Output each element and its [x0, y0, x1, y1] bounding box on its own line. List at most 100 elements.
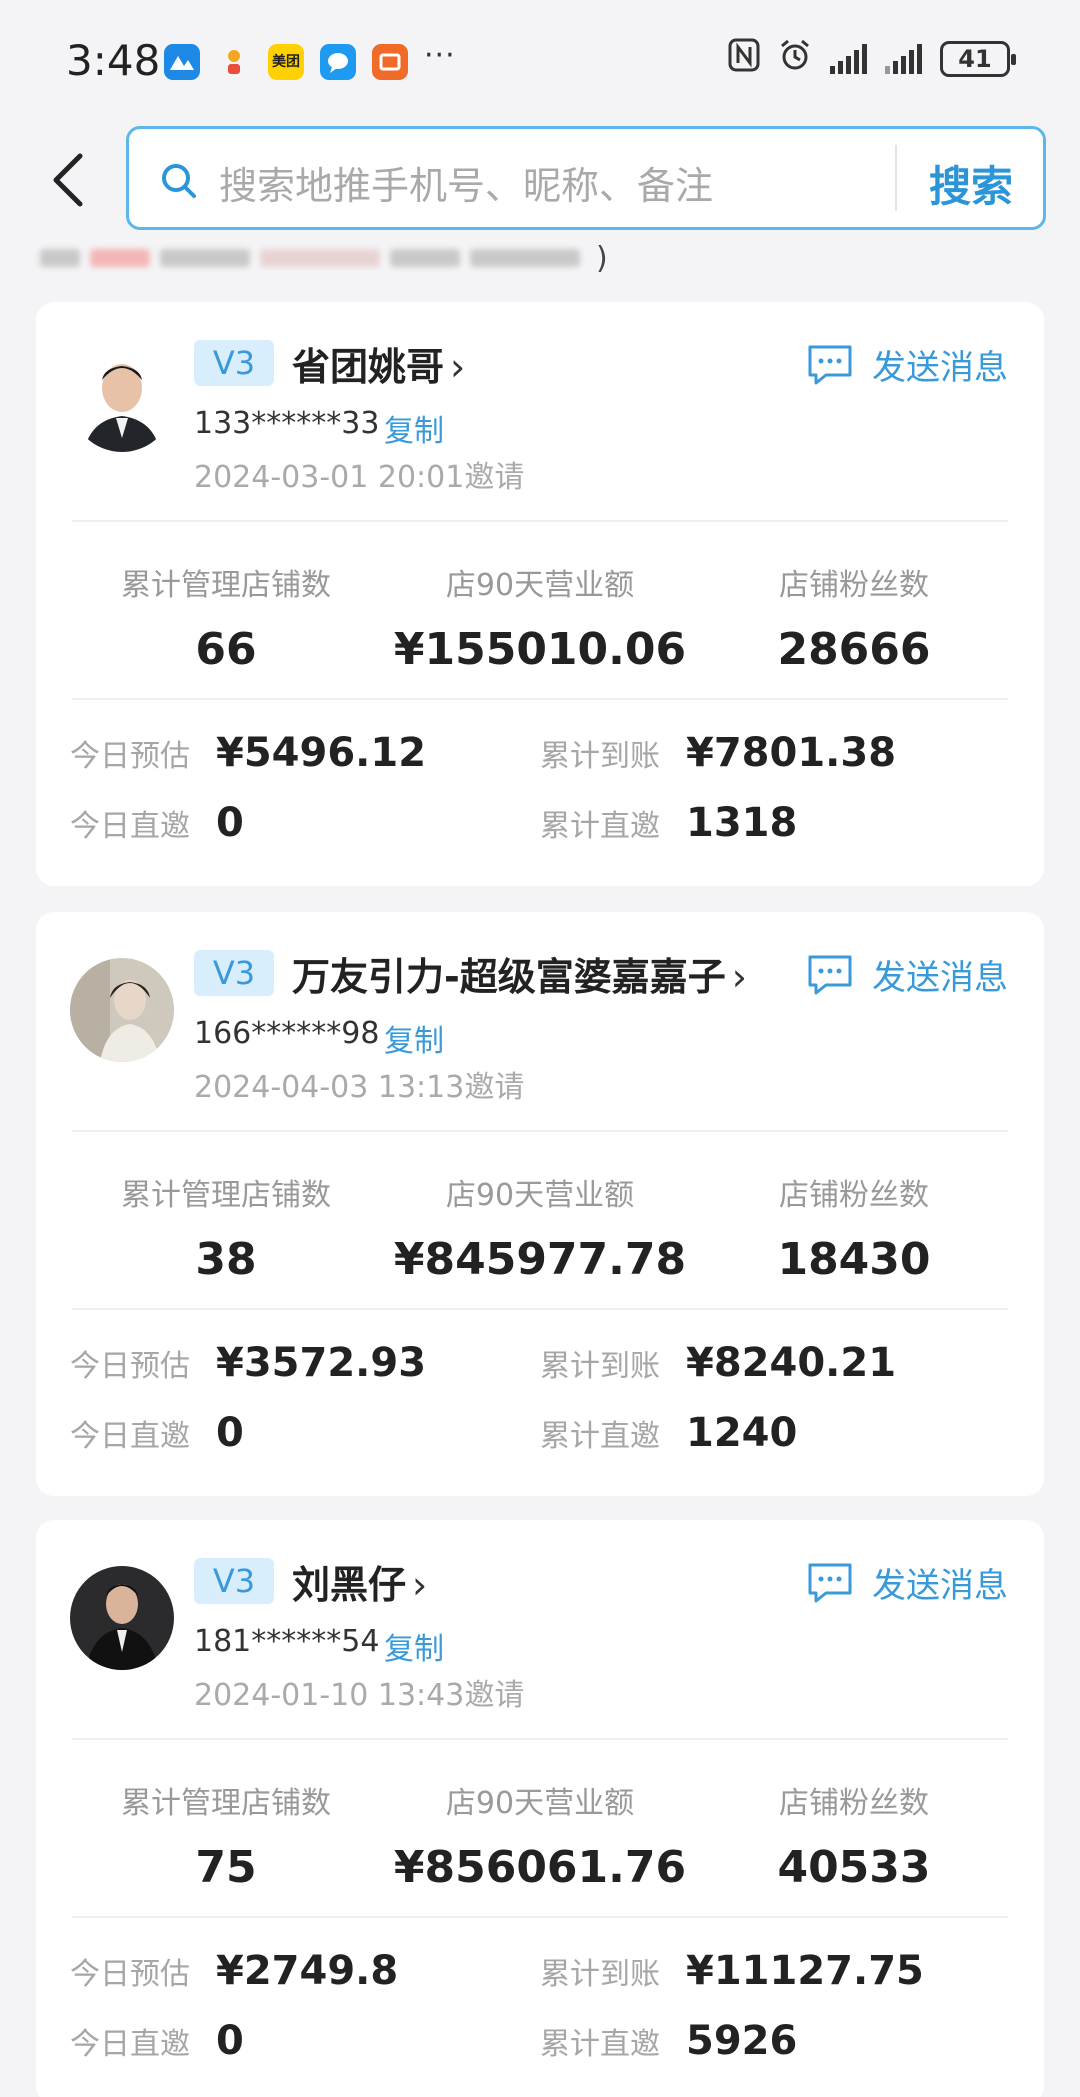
kv-label: 累计到账 — [540, 1349, 660, 1384]
stat-value: 38 — [195, 1234, 257, 1285]
chevron-right-icon: › — [731, 955, 747, 999]
filter-summary-tail: ) — [596, 240, 608, 276]
kv-label: 累计到账 — [540, 739, 660, 774]
stat-value: 18430 — [777, 1234, 931, 1285]
battery-icon: 41 — [940, 41, 1016, 77]
kv-value: 0 — [216, 2018, 244, 2064]
kv-label: 今日直邀 — [70, 809, 190, 844]
kv-label: 今日预估 — [70, 1349, 190, 1384]
meituan-icon: 美团 — [268, 44, 304, 80]
phone-number: 181******54 — [194, 1624, 380, 1659]
divider — [72, 520, 1008, 522]
kv-value: 0 — [216, 1410, 244, 1456]
kv-value: ¥5496.12 — [216, 730, 427, 776]
promoter-card[interactable]: V3 刘黑仔 › 发送消息 181******54 复制 2024-01-10 1… — [36, 1520, 1044, 2097]
kv-label: 累计直邀 — [540, 2027, 660, 2062]
copy-button[interactable]: 复制 — [384, 1624, 444, 1668]
copy-button[interactable]: 复制 — [384, 1016, 444, 1060]
today-estimate: 今日预估 ¥3572.93 — [70, 1340, 426, 1386]
kv-value: ¥7801.38 — [686, 730, 897, 776]
divider — [72, 698, 1008, 700]
today-direct-invites: 今日直邀 0 — [70, 800, 244, 846]
message-icon — [808, 345, 852, 384]
avatar[interactable] — [70, 348, 174, 452]
copy-button[interactable]: 复制 — [384, 406, 444, 450]
stat-value: ¥155010.06 — [393, 624, 687, 675]
more-notifications: ··· — [424, 38, 456, 73]
signal-icon — [830, 44, 867, 74]
stat-fans: 店铺粉丝数 28666 — [694, 560, 1014, 675]
kv-label: 今日预估 — [70, 1957, 190, 1992]
total-received: 累计到账 ¥11127.75 — [540, 1948, 924, 1994]
stat-value: 28666 — [777, 624, 931, 675]
send-message-label: 发送消息 — [872, 958, 1008, 998]
stat-label: 累计管理店铺数 — [121, 1178, 331, 1213]
kv-value: ¥11127.75 — [686, 1948, 924, 1994]
stat-label: 店铺粉丝数 — [779, 568, 929, 603]
today-direct-invites: 今日直邀 0 — [70, 2018, 244, 2064]
nickname: 刘黑仔 — [292, 1563, 407, 1607]
search-bar[interactable]: 搜索地推手机号、昵称、备注 搜索 — [126, 126, 1046, 230]
kv-value: ¥2749.8 — [216, 1948, 399, 1994]
stat-label: 店90天营业额 — [445, 1178, 635, 1213]
kv-label: 累计直邀 — [540, 809, 660, 844]
stat-fans: 店铺粉丝数 40533 — [694, 1778, 1014, 1893]
chat-icon — [320, 44, 356, 80]
total-received: 累计到账 ¥7801.38 — [540, 730, 896, 776]
level-badge: V3 — [194, 1558, 274, 1604]
stat-value: 40533 — [777, 1842, 931, 1893]
stat-label: 累计管理店铺数 — [121, 1786, 331, 1821]
search-button[interactable]: 搜索 — [929, 153, 1013, 214]
nickname-link[interactable]: 省团姚哥 › — [292, 336, 465, 391]
invite-time: 2024-01-10 13:43邀请 — [194, 1678, 525, 1713]
kv-label: 今日直邀 — [70, 2027, 190, 2062]
phone-number: 133******33 — [194, 406, 380, 441]
stat-label: 店铺粉丝数 — [779, 1178, 929, 1213]
message-icon — [808, 1563, 852, 1602]
promoter-card[interactable]: V3 万友引力-超级富婆嘉嘉子 › 发送消息 166******98 复制 202… — [36, 912, 1044, 1496]
back-button[interactable] — [44, 148, 92, 212]
stat-value: 75 — [195, 1842, 257, 1893]
stat-90day-revenue: 店90天营业额 ¥845977.78 — [380, 1170, 700, 1285]
stat-90day-revenue: 店90天营业额 ¥155010.06 — [380, 560, 700, 675]
invite-time: 2024-03-01 20:01邀请 — [194, 460, 525, 495]
stat-label: 店90天营业额 — [445, 568, 635, 603]
divider — [72, 1130, 1008, 1132]
nickname: 万友引力-超级富婆嘉嘉子 — [292, 955, 726, 999]
alarm-icon — [778, 38, 812, 80]
chevron-left-icon — [53, 153, 83, 207]
send-message-button[interactable]: 发送消息 — [806, 340, 1008, 389]
app-notification-icon — [216, 44, 252, 80]
status-bar: 3:48 美团 ··· 41 — [0, 0, 1080, 120]
nickname-link[interactable]: 刘黑仔 › — [292, 1554, 427, 1609]
kv-label: 累计到账 — [540, 1957, 660, 1992]
stat-label: 店铺粉丝数 — [779, 1786, 929, 1821]
send-message-button[interactable]: 发送消息 — [806, 1558, 1008, 1607]
phone-number: 166******98 — [194, 1016, 380, 1051]
today-estimate: 今日预估 ¥5496.12 — [70, 730, 426, 776]
app-notification-icon — [372, 44, 408, 80]
level-badge: V3 — [194, 950, 274, 996]
avatar[interactable] — [70, 958, 174, 1062]
stat-label: 累计管理店铺数 — [121, 568, 331, 603]
stat-managed-stores: 累计管理店铺数 75 — [66, 1778, 386, 1893]
kv-value: 0 — [216, 800, 244, 846]
status-time: 3:48 — [66, 36, 161, 85]
chevron-right-icon: › — [450, 345, 466, 389]
send-message-button[interactable]: 发送消息 — [806, 950, 1008, 999]
promoter-card[interactable]: V3 省团姚哥 › 发送消息 133******33 复制 2024-03-01 … — [36, 302, 1044, 886]
divider — [72, 1738, 1008, 1740]
nickname: 省团姚哥 — [292, 345, 445, 389]
nickname-link[interactable]: 万友引力-超级富婆嘉嘉子 › — [292, 946, 747, 1001]
divider — [72, 1308, 1008, 1310]
avatar[interactable] — [70, 1566, 174, 1670]
total-received: 累计到账 ¥8240.21 — [540, 1340, 896, 1386]
search-icon — [162, 164, 196, 198]
stat-value: 66 — [195, 624, 257, 675]
stat-managed-stores: 累计管理店铺数 66 — [66, 560, 386, 675]
search-input[interactable]: 搜索地推手机号、昵称、备注 — [219, 155, 713, 210]
kv-value: 1318 — [686, 800, 798, 846]
system-indicators: 41 — [728, 38, 1016, 80]
total-direct-invites: 累计直邀 1318 — [540, 800, 797, 846]
stat-managed-stores: 累计管理店铺数 38 — [66, 1170, 386, 1285]
